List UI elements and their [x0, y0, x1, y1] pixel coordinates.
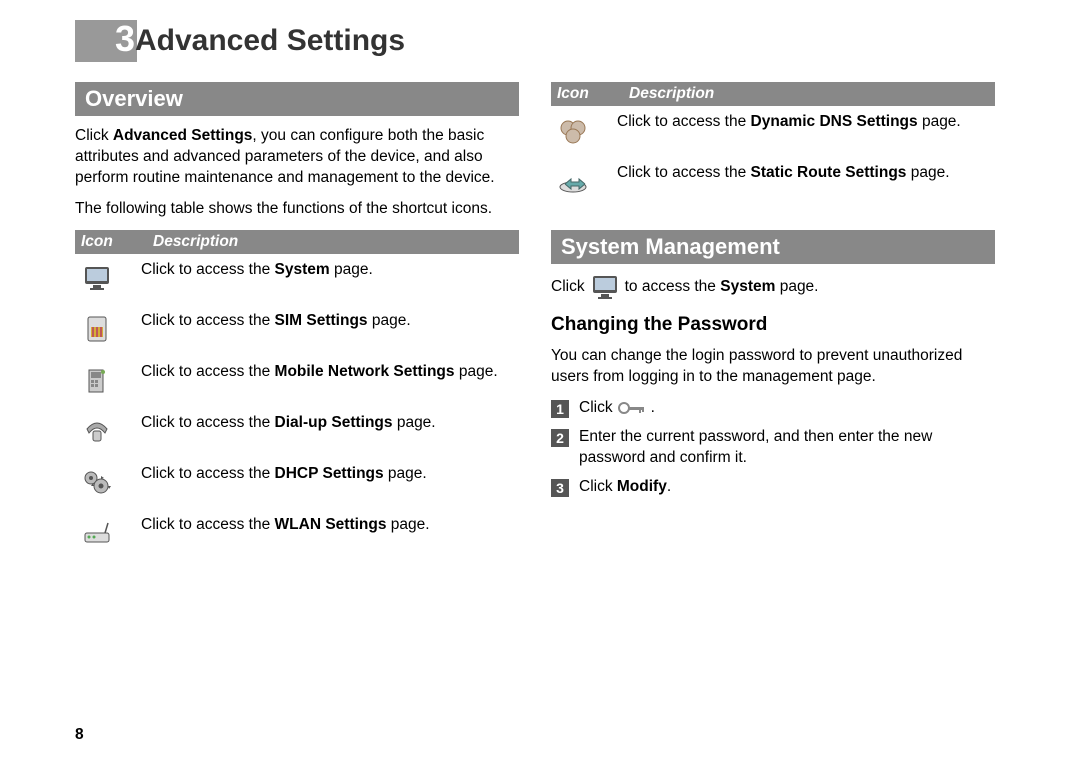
chapter-title: Advanced Settings	[135, 24, 405, 58]
desc: Click to access the SIM Settings page.	[141, 311, 519, 332]
table-row: Click to access the Dynamic DNS Settings…	[551, 106, 995, 157]
table-header: Icon Description	[75, 230, 519, 254]
monitor-icon	[589, 274, 621, 300]
dialup-icon	[81, 415, 113, 447]
col-desc-header: Description	[623, 82, 995, 106]
static-route-icon	[557, 165, 589, 197]
step-number: 3	[551, 479, 569, 497]
right-column: Icon Description Click to access the Dyn…	[551, 82, 995, 560]
step-3: 3 Click Modify.	[551, 477, 995, 498]
text-bold: Advanced Settings	[113, 127, 253, 144]
col-desc-header: Description	[147, 230, 519, 254]
desc: Click to access the Static Route Setting…	[617, 163, 995, 184]
table-row: Click to access the SIM Settings page.	[75, 305, 519, 356]
col-icon-header: Icon	[75, 230, 147, 254]
desc: Click to access the DHCP Settings page.	[141, 464, 519, 485]
table-row: Click to access the Static Route Setting…	[551, 157, 995, 208]
table-row: Click to access the DHCP Settings page.	[75, 458, 519, 509]
dns-globe-icon	[557, 114, 589, 146]
system-management-heading: System Management	[551, 230, 995, 264]
mobile-network-icon	[81, 364, 113, 396]
text: to access the System page.	[625, 276, 819, 298]
left-column: Overview Click Advanced Settings, you ca…	[75, 82, 519, 560]
changing-password-para: You can change the login password to pre…	[551, 346, 995, 388]
step-number: 2	[551, 429, 569, 447]
page-number: 8	[75, 726, 84, 744]
desc: Click to access the System page.	[141, 260, 519, 281]
step-text: Click .	[579, 398, 655, 419]
dhcp-icon	[81, 466, 113, 498]
desc: Click to access the Dynamic DNS Settings…	[617, 112, 995, 133]
changing-password-heading: Changing the Password	[551, 314, 995, 336]
desc: Click to access the Mobile Network Setti…	[141, 362, 519, 383]
step-text: Enter the current password, and then ent…	[579, 427, 995, 469]
wlan-router-icon	[81, 517, 113, 549]
monitor-icon	[81, 262, 113, 294]
overview-para-2: The following table shows the functions …	[75, 199, 519, 220]
key-icon	[617, 398, 647, 418]
table-row: Click to access the Mobile Network Setti…	[75, 356, 519, 407]
text: Click	[75, 127, 113, 144]
step-2: 2 Enter the current password, and then e…	[551, 427, 995, 469]
sim-icon	[81, 313, 113, 345]
desc: Click to access the WLAN Settings page.	[141, 515, 519, 536]
table-row: Click to access the Dial-up Settings pag…	[75, 407, 519, 458]
table-header: Icon Description	[551, 82, 995, 106]
col-icon-header: Icon	[551, 82, 623, 106]
table-row: Click to access the System page.	[75, 254, 519, 305]
desc: Click to access the Dial-up Settings pag…	[141, 413, 519, 434]
overview-para-1: Click Advanced Settings, you can configu…	[75, 126, 519, 189]
chapter-number: 3	[75, 20, 137, 62]
step-1: 1 Click .	[551, 398, 995, 419]
chapter-header: 3 Advanced Settings	[75, 20, 995, 62]
system-click-line: Click to access the System page.	[551, 274, 995, 300]
table-row: Click to access the WLAN Settings page.	[75, 509, 519, 560]
text: Click	[551, 276, 585, 298]
step-number: 1	[551, 400, 569, 418]
step-text: Click Modify.	[579, 477, 671, 498]
overview-heading: Overview	[75, 82, 519, 116]
